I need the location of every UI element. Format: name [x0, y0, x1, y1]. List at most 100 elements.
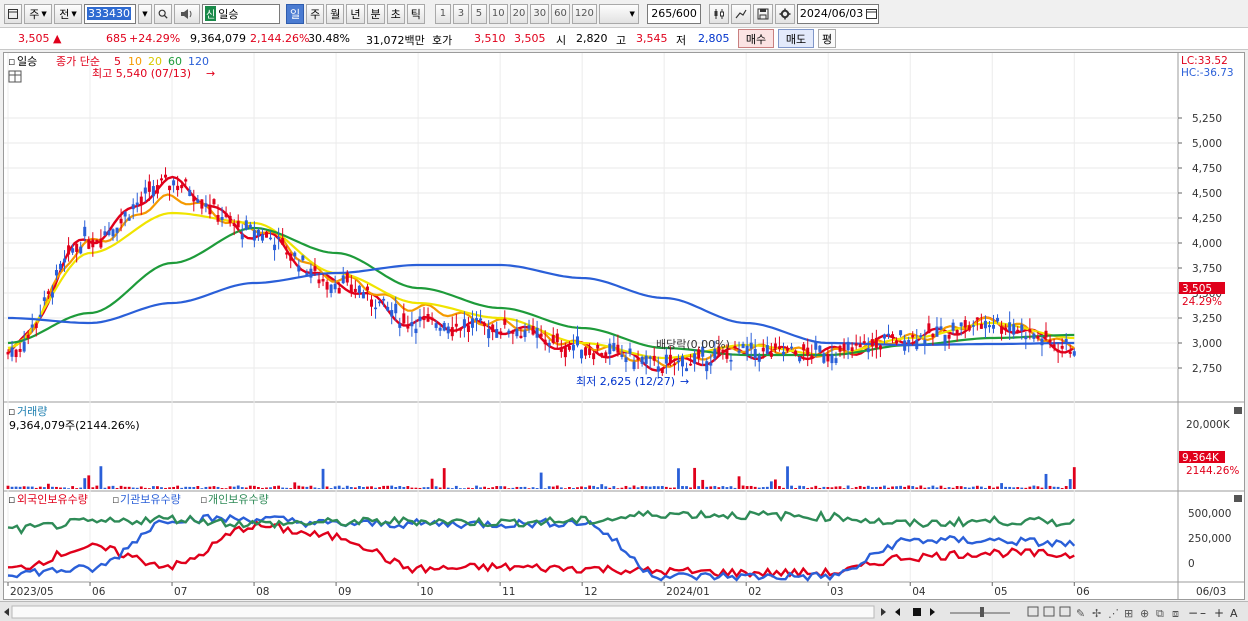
volume-bar: [895, 486, 898, 489]
pattern-icon[interactable]: ⋰: [1108, 607, 1119, 620]
price-tick-label: 4,000: [1192, 238, 1222, 250]
candle-body: [462, 319, 466, 328]
sell-button[interactable]: 매도: [778, 29, 814, 48]
play-icon[interactable]: [930, 608, 935, 616]
chart-scroll-bar[interactable]: ✎ ✢ ⋰ ⊞ ⊕ ⧉ ⧈ − – + A: [0, 601, 1248, 621]
data-count-input[interactable]: 265/600: [646, 3, 701, 24]
period-year-button[interactable]: 년: [346, 3, 365, 24]
volume-bar: [75, 488, 79, 489]
period-month-button[interactable]: 월: [326, 3, 345, 24]
candle-body: [769, 352, 773, 357]
candle-body: [935, 326, 939, 337]
panel-settings-icon[interactable]: ▫: [8, 55, 15, 68]
window-menu-icon[interactable]: [4, 3, 22, 24]
scroll-left-icon[interactable]: [4, 608, 9, 616]
overlay-icon[interactable]: [1059, 606, 1071, 617]
candle-body: [200, 199, 204, 209]
candle-body: [378, 301, 382, 304]
dividend-label: 배당락(0.00%): [656, 338, 730, 351]
chart-toolbar: 주 ▼ 전 ▼ 333430 ▼ 신 일승 일 주 월 년 분 초 틱 1 3 …: [0, 0, 1248, 28]
interval-120-button[interactable]: 120: [571, 3, 597, 24]
save-button[interactable]: [752, 3, 773, 24]
candle-type-button[interactable]: [708, 3, 729, 24]
layout-icon[interactable]: [1027, 606, 1039, 617]
search-button[interactable]: [154, 3, 172, 24]
candle-body: [709, 362, 713, 366]
interval-5-button[interactable]: 5: [470, 3, 487, 24]
ruler-icon[interactable]: ⊞: [1124, 607, 1133, 620]
period-second-button[interactable]: 초: [386, 3, 405, 24]
scroll-controls-svg[interactable]: ✎ ✢ ⋰ ⊞ ⊕ ⧉ ⧈ − – + A: [0, 602, 1248, 621]
interval-custom-select[interactable]: ▼: [598, 3, 639, 24]
stock-name-field[interactable]: 신 일승: [202, 3, 280, 24]
volume-bar: [1036, 486, 1040, 489]
volume-bar: [826, 487, 830, 489]
candle-body: [22, 341, 26, 352]
volume-panel-value: 9,364,079주(2144.26%): [9, 419, 140, 432]
zoom-in-button[interactable]: +: [1214, 606, 1224, 620]
volume-bar: [701, 479, 705, 489]
volume-bar: [717, 487, 721, 489]
interval-30-button[interactable]: 30: [530, 3, 550, 24]
turnover-rate: 30.48%: [308, 32, 350, 45]
stock-chart-svg[interactable]: ▫ 일승 종가 단순 5 10 20 60 120 최고 5,540 (07/1…: [4, 53, 1244, 599]
period-day-button[interactable]: 일: [286, 3, 305, 24]
close-panel-icon[interactable]: [1234, 407, 1242, 414]
interval-3-button[interactable]: 3: [452, 3, 469, 24]
interval-20-button[interactable]: 20: [509, 3, 529, 24]
code-dropdown-button[interactable]: ▼: [138, 3, 152, 24]
sound-button[interactable]: [174, 3, 200, 24]
volume-panel[interactable]: [4, 403, 1178, 490]
buy-button[interactable]: 매수: [738, 29, 774, 48]
zoom-out-button[interactable]: −: [1188, 606, 1198, 620]
crosshair-icon[interactable]: ✢: [1092, 607, 1101, 620]
period-tick-button[interactable]: 틱: [406, 3, 425, 24]
zoom-slider-handle[interactable]: [980, 607, 984, 617]
volume-bar: [333, 486, 337, 489]
period-minute-button[interactable]: 분: [366, 3, 385, 24]
settings-button[interactable]: [774, 3, 795, 24]
screenshot-icon[interactable]: ⧈: [1172, 607, 1179, 620]
volume-bar: [967, 487, 971, 489]
stop-icon[interactable]: [913, 608, 921, 616]
date-input[interactable]: 2024/06/03: [796, 3, 879, 24]
prev-stock-button[interactable]: 전 ▼: [54, 3, 82, 24]
stock-code-input[interactable]: 333430: [84, 3, 136, 24]
font-size-button[interactable]: A: [1230, 607, 1238, 620]
volume-bar: [765, 486, 769, 489]
panel-settings-icon[interactable]: ▫: [8, 493, 15, 506]
panel-settings-icon[interactable]: ▫: [8, 405, 15, 418]
step-back-icon[interactable]: [895, 608, 900, 616]
evaluate-button[interactable]: 평: [818, 29, 836, 48]
copy-icon[interactable]: ⧉: [1156, 607, 1164, 620]
trend-line-icon: [735, 9, 747, 18]
interval-1-button[interactable]: 1: [434, 3, 451, 24]
candle-body: [604, 352, 608, 358]
volume-bar: [257, 487, 260, 489]
compare-icon[interactable]: [1043, 606, 1055, 617]
volume-bar: [483, 486, 486, 489]
candle-body: [927, 323, 931, 334]
chart-area[interactable]: ▫ 일승 종가 단순 5 10 20 60 120 최고 5,540 (07/1…: [3, 52, 1245, 600]
close-panel-icon[interactable]: [1234, 495, 1242, 502]
scroll-right-icon[interactable]: [881, 608, 886, 616]
candle-body: [862, 341, 866, 344]
candle-body: [293, 252, 297, 257]
scroll-track[interactable]: [11, 605, 875, 619]
candle-body: [458, 328, 462, 331]
volume-bar: [374, 487, 377, 489]
volume-bar: [139, 486, 143, 489]
interval-10-button[interactable]: 10: [488, 3, 508, 24]
volume-bar: [406, 486, 410, 489]
volume-bar: [454, 485, 458, 489]
draw-tool-icon[interactable]: ✎: [1076, 607, 1085, 620]
candle-body: [693, 353, 697, 364]
interval-60-button[interactable]: 60: [551, 3, 570, 24]
market-select[interactable]: 주 ▼: [24, 3, 52, 24]
draw-tool-button[interactable]: [730, 3, 751, 24]
magnet-icon[interactable]: ⊕: [1140, 607, 1149, 620]
volume-bar: [390, 485, 394, 489]
period-week-button[interactable]: 주: [306, 3, 325, 24]
volume-bar: [362, 487, 365, 489]
zoom-slider-mini[interactable]: –: [1200, 606, 1206, 620]
